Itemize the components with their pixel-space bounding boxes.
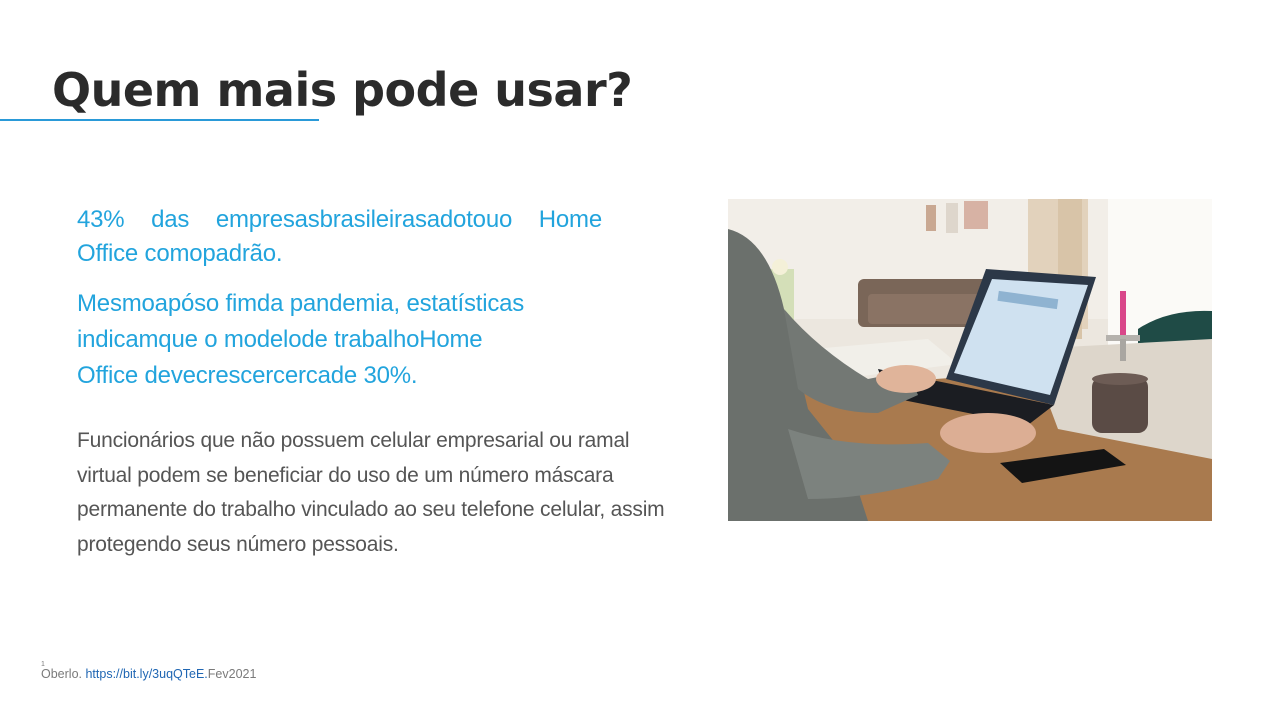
person-using-laptop-photo bbox=[728, 199, 1212, 521]
slide-title: Quem mais pode usar? bbox=[52, 63, 633, 117]
title-underline bbox=[0, 119, 319, 121]
footnote-date: Fev2021 bbox=[207, 667, 257, 681]
description-text: Funcionários que não possuem celular emp… bbox=[77, 429, 665, 556]
source-footnote: 1 Oberlo. https://bit.ly/3uqQTeE.Fev2021 bbox=[41, 661, 257, 681]
stat-home-office-growth: Mesmoapóso fimda pandemia, estatísticas … bbox=[77, 290, 525, 389]
footnote-number: 1 bbox=[41, 661, 45, 668]
photo-illustration bbox=[728, 199, 1212, 521]
footnote-source: Oberlo. bbox=[41, 667, 82, 681]
footnote-link[interactable]: https://bit.ly/3uqQTeE. bbox=[85, 667, 207, 681]
stat-home-office-adoption: 43% das empresasbrasileirasadotouo Home … bbox=[77, 206, 602, 267]
